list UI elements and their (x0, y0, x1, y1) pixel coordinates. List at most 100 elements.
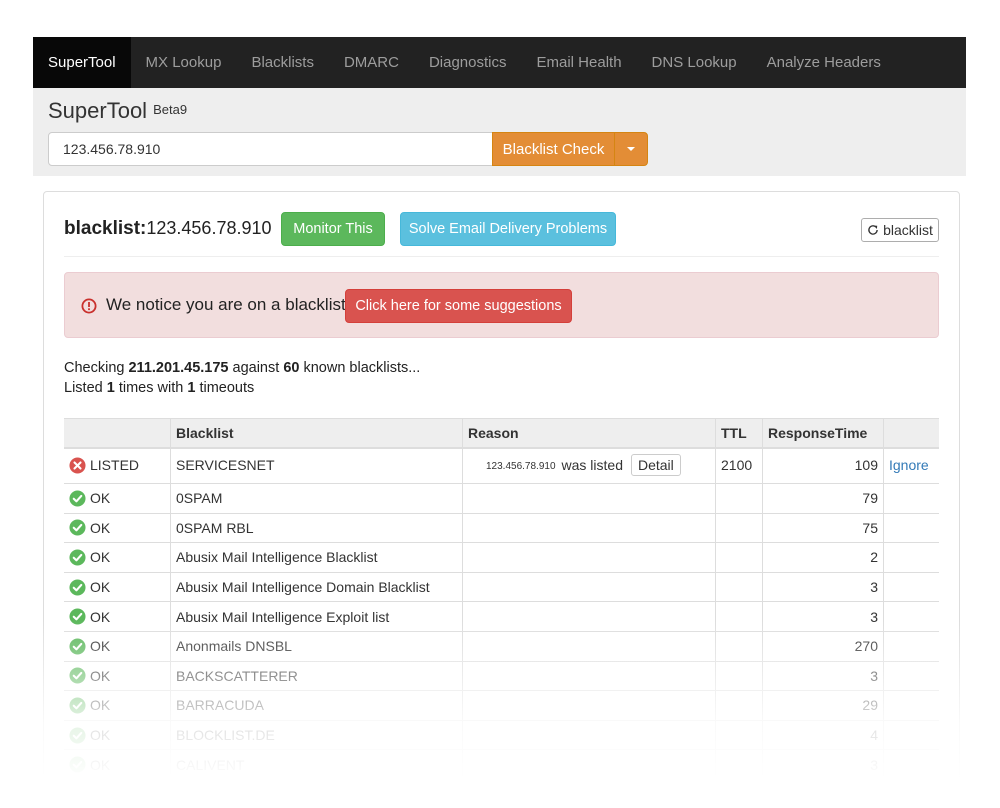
blacklist-check-button[interactable]: Blacklist Check (492, 132, 615, 166)
timeouts-count: 1 (187, 380, 196, 396)
listed-times-with: times with (118, 380, 184, 396)
reason-cell (462, 602, 715, 631)
nav-item-analyze-headers[interactable]: Analyze Headers (752, 37, 896, 88)
action-cell (883, 602, 939, 631)
status-cell: OK (64, 662, 170, 691)
table-row: OK Abusix Mail Intelligence Domain Blackl… (64, 572, 939, 603)
monitor-button[interactable]: Monitor This (281, 212, 385, 246)
blacklist-name: Abusix Mail Intelligence Exploit list (170, 602, 462, 631)
action-cell (883, 513, 939, 543)
header-status (64, 419, 170, 447)
action-cell: Ignore (883, 449, 939, 483)
checking-summary: Checking 211.201.45.175 against 60 known… (64, 360, 420, 376)
reason-cell (462, 720, 715, 750)
brand-name: SuperTool (48, 98, 148, 123)
header-band: SuperTool Beta9 Blacklist Check (33, 88, 966, 176)
status-label: OK (90, 579, 111, 596)
response-time-value: 79 (762, 484, 883, 513)
status-cell: OK (64, 514, 170, 543)
x-circle-icon (69, 457, 86, 474)
ttl-value (715, 484, 762, 513)
blacklist-name: BACKSCATTERER (170, 661, 462, 691)
response-time-value: 3 (762, 661, 883, 691)
response-time-value: 3 (762, 602, 883, 631)
nav-item-diagnostics[interactable]: Diagnostics (414, 37, 522, 88)
check-circle-icon (69, 756, 86, 773)
blacklist-count: 60 (283, 360, 300, 376)
nav-item-email-health[interactable]: Email Health (522, 37, 637, 88)
blacklist-name: BLOCKLIST.DE (170, 720, 462, 750)
blacklist-name: BARRACUDA (170, 691, 462, 720)
checking-against: against (232, 360, 280, 376)
nav-item-mx-lookup[interactable]: MX Lookup (131, 37, 237, 88)
listed-count: 1 (106, 380, 115, 396)
nav-item-blacklists[interactable]: Blacklists (236, 37, 329, 88)
header-action (883, 419, 939, 447)
suggestions-button[interactable]: Click here for some suggestions (345, 289, 572, 323)
status-cell: OK (64, 484, 170, 513)
table-row: OK Abusix Mail Intelligence Blacklist 2 (64, 543, 939, 573)
blacklist-name: CALIVENT (170, 750, 462, 779)
reason-cell (462, 543, 715, 572)
listed-timeouts: timeouts (199, 380, 255, 396)
status-label: OK (90, 519, 111, 536)
status-cell: LISTED (64, 449, 170, 483)
table-row: OK 0SPAM 79 (64, 484, 939, 514)
response-time-value: 3 (762, 750, 883, 779)
check-circle-icon (69, 667, 86, 684)
status-label: OK (90, 756, 111, 773)
reason-cell (462, 691, 715, 720)
ttl-value (715, 602, 762, 631)
listed-summary: Listed 1 times with 1 timeouts (64, 380, 254, 396)
check-circle-icon (69, 549, 86, 566)
table-row: OK CALIVENT 3 (64, 750, 939, 780)
blacklist-name: Anonmails DNSBL (170, 632, 462, 661)
status-cell: OK (64, 602, 170, 631)
nav-item-dmarc[interactable]: DMARC (329, 37, 414, 88)
table-row: OK Anonmails DNSBL 270 (64, 632, 939, 662)
detail-button[interactable]: Detail (630, 454, 681, 476)
chevron-down-icon (627, 147, 635, 151)
check-circle-icon (69, 727, 86, 744)
ttl-value: 2100 (715, 449, 762, 483)
status-label: OK (90, 697, 111, 714)
nav-item-supertool[interactable]: SuperTool (33, 37, 131, 88)
ttl-value (715, 661, 762, 691)
refresh-button-label: blacklist (883, 222, 933, 238)
check-circle-icon (69, 579, 86, 596)
blacklist-alert: We notice you are on a blacklist. Click … (64, 272, 939, 338)
status-label: OK (90, 667, 111, 684)
reason-cell (462, 513, 715, 543)
refresh-blacklist-button[interactable]: blacklist (861, 218, 939, 242)
response-time-value: 2 (762, 543, 883, 572)
refresh-icon (868, 225, 878, 235)
reason-cell (462, 661, 715, 691)
result-title: blacklist:123.456.78.910 (64, 218, 272, 240)
blacklist-name: Abusix Mail Intelligence Domain Blacklis… (170, 572, 462, 602)
reason-cell (462, 484, 715, 513)
blacklist-name: 0SPAM RBL (170, 513, 462, 543)
nav-item-dns-lookup[interactable]: DNS Lookup (637, 37, 752, 88)
status-cell: OK (64, 721, 170, 750)
ignore-link[interactable]: Ignore (889, 457, 929, 473)
action-cell (883, 750, 939, 779)
ttl-value (715, 750, 762, 779)
exclamation-circle-icon (81, 298, 97, 314)
response-time-value: 4 (762, 720, 883, 750)
table-row-listed: LISTED SERVICESNET 123.456.78.910 was li… (64, 449, 939, 484)
search-input[interactable] (48, 132, 493, 166)
blacklist-name: Abusix Mail Intelligence Blacklist (170, 543, 462, 572)
check-circle-icon (69, 638, 86, 655)
status-cell: OK (64, 750, 170, 779)
status-label: OK (90, 608, 111, 625)
table-row: OK 0SPAM RBL 75 (64, 513, 939, 544)
check-dropdown-button[interactable] (614, 132, 648, 166)
reason-cell (462, 632, 715, 661)
reason-cell: 123.456.78.910 was listed Detail (462, 449, 715, 483)
status-cell: OK (64, 632, 170, 661)
response-time-value: 270 (762, 632, 883, 661)
action-cell (883, 484, 939, 513)
status-cell: OK (64, 573, 170, 602)
ttl-value (715, 572, 762, 602)
solve-delivery-button[interactable]: Solve Email Delivery Problems (400, 212, 616, 246)
